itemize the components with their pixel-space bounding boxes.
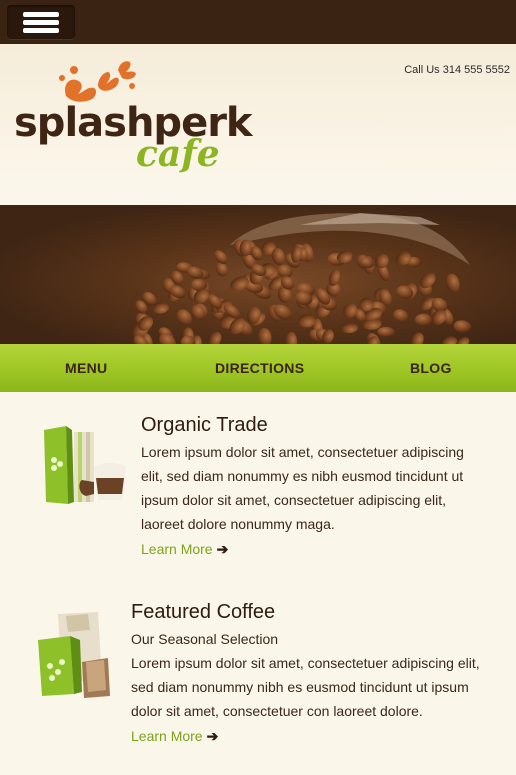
body-line: laoreet dolore nonummy maga. <box>141 516 335 532</box>
main-nav: MENU DIRECTIONS BLOG <box>0 344 516 392</box>
section-title-organic-trade: Organic Trade <box>141 414 268 436</box>
nav-item-directions[interactable]: DIRECTIONS <box>215 360 304 376</box>
hamburger-icon-line <box>23 28 59 33</box>
body-line: Lorem ipsum dolor sit amet, consectetuer… <box>141 444 464 460</box>
coffee-bag-cup-icon <box>44 426 126 504</box>
arrow-right-icon: ➔ <box>206 728 219 744</box>
coffee-beans-banner <box>0 205 516 344</box>
site-logo[interactable]: splashperk cafe <box>14 58 255 183</box>
body-line: sed diam nonummy nibh es eusmod tincidun… <box>131 679 469 695</box>
section-title-featured-coffee: Featured Coffee <box>131 601 276 623</box>
top-bar <box>0 0 516 44</box>
call-us-text: Call Us 314 555 5552 <box>404 64 510 76</box>
svg-text:cafe: cafe <box>136 133 220 175</box>
nav-item-blog[interactable]: BLOG <box>410 360 452 376</box>
learn-more-link-organic[interactable]: Learn More ➔ <box>141 541 228 558</box>
arrow-right-icon: ➔ <box>216 541 229 557</box>
body-line: elit, sed diam nonummy es nibh eusmod ti… <box>141 468 464 484</box>
coffee-beans-image <box>0 205 516 344</box>
section-body-organic-trade: Lorem ipsum dolor sit amet, consectetuer… <box>141 440 511 536</box>
section-subtitle-seasonal: Our Seasonal Selection <box>131 631 279 647</box>
learn-more-label: Learn More <box>131 728 203 744</box>
coffee-packages-icon <box>38 612 110 698</box>
hamburger-icon-line <box>23 20 59 25</box>
hamburger-icon-line <box>23 12 59 17</box>
body-line: dolor sit amet, consectetuer con laoreet… <box>131 703 423 719</box>
nav-item-menu[interactable]: MENU <box>65 360 107 376</box>
body-line: ipsum dolor sit amet, consectetuer adipi… <box>141 492 447 508</box>
hamburger-menu-button[interactable] <box>7 5 75 39</box>
body-line: Lorem ipsum dolor sit amet, consectetuer… <box>131 655 480 671</box>
learn-more-link-featured[interactable]: Learn More ➔ <box>131 728 218 745</box>
splash-logo-icon: splashperk cafe <box>14 61 255 175</box>
learn-more-label: Learn More <box>141 541 213 557</box>
section-body-featured-coffee: Lorem ipsum dolor sit amet, consectetuer… <box>131 651 511 723</box>
organic-trade-image <box>38 420 128 510</box>
featured-coffee-image <box>36 610 126 700</box>
